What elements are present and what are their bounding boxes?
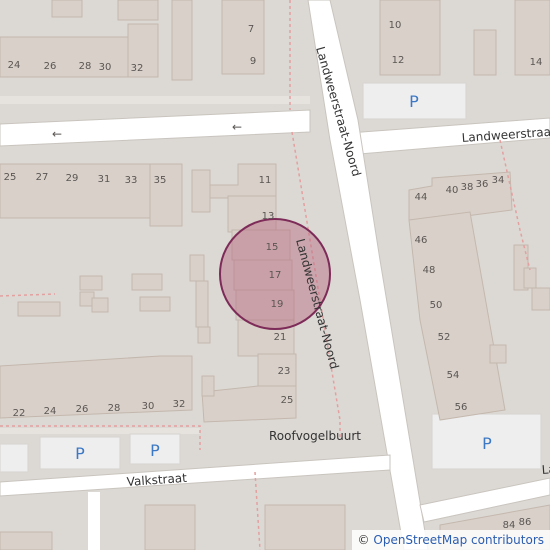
house-number: 10 [389,20,402,31]
building [201,375,215,397]
building [264,504,346,550]
attribution-link[interactable]: OpenStreetMap contributors [373,533,544,547]
house-number: 29 [66,173,79,184]
building-top-right [379,0,441,76]
house-number: 13 [262,211,275,222]
house-number: 9 [250,56,256,67]
shed [139,296,171,312]
street-label-cut: La [541,462,550,477]
building [191,169,211,213]
house-number: 52 [438,332,451,343]
road-service-top [0,96,310,104]
house-number: 38 [461,182,474,193]
house-number: 31 [98,174,111,185]
house-number: 56 [455,402,468,413]
house-number: 46 [415,235,428,246]
parking-label: P [75,444,85,463]
house-number: 86 [519,517,532,528]
house-number: 30 [142,401,155,412]
house-number: 7 [248,24,254,35]
house-number: 14 [530,57,543,68]
building-bottom-row [0,355,193,419]
shed [131,273,163,291]
shed [79,275,103,291]
house-number: 17 [269,270,282,281]
shed [531,287,550,311]
parking-label: P [482,434,492,453]
house-number: 34 [492,175,505,186]
map-attribution: © OpenStreetMap contributors [351,530,550,550]
house-number: 26 [76,404,89,415]
house-number: 26 [44,61,57,72]
parking-label: P [409,92,419,111]
house-number: 22 [13,408,26,419]
road-service-left [88,492,100,550]
house-number: 28 [108,403,121,414]
oneway-arrow-icon: ← [52,127,62,141]
house-number: 32 [173,399,186,410]
oneway-arrow-icon: ← [232,120,242,134]
shed [17,301,61,317]
house-number: 50 [430,300,443,311]
building-top-col [221,0,265,75]
house-number: 40 [446,185,459,196]
shed [189,254,205,282]
house-number: 25 [281,395,294,406]
house-number: 24 [44,406,57,417]
house-number: 27 [36,172,49,183]
building [171,0,193,81]
copyright-symbol: © [357,533,370,547]
house-number: 25 [4,172,17,183]
house-number: 15 [266,242,279,253]
house-number: 21 [274,332,287,343]
house-number: 19 [271,299,284,310]
street-label-roofvogelbuurt: Roofvogelbuurt [269,429,361,443]
shed [489,344,507,364]
house-number: 35 [154,175,167,186]
road-service-bottom [0,428,200,434]
house-number: 24 [8,60,21,71]
shed [195,280,209,328]
house-number: 23 [278,366,291,377]
map-canvas[interactable]: Landweerstraat-Noord Landweerstraat-Noor… [0,0,550,550]
house-number: 48 [423,265,436,276]
house-number: 54 [447,370,460,381]
house-number: 44 [415,192,428,203]
house-number: 33 [125,175,138,186]
house-number: 30 [99,62,112,73]
house-number: 28 [79,61,92,72]
shed [91,297,109,313]
building [473,29,497,76]
parking-label: P [150,441,160,460]
building [144,504,196,550]
building [0,531,53,550]
house-number: 12 [392,55,405,66]
house-number: 11 [259,175,272,186]
shed [523,267,537,289]
house-number: 36 [476,179,489,190]
building [149,163,183,227]
shed [197,326,211,344]
parking-area [0,443,29,473]
house-number: 32 [131,63,144,74]
building [117,0,159,21]
building [51,0,83,18]
